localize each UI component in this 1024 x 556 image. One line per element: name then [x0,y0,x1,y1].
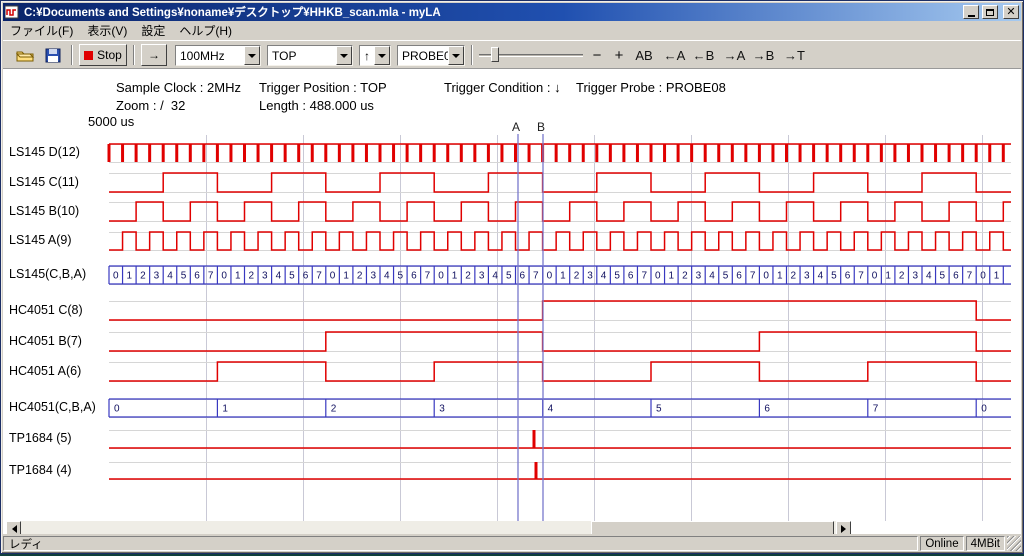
chevron-down-icon[interactable] [374,46,390,65]
maximize-button[interactable] [982,5,998,19]
trigger-edge-select[interactable]: ↑ [359,45,391,66]
resize-grip[interactable] [1007,536,1021,551]
app-icon [5,5,19,19]
channel-label[interactable]: LS145(C,B,A) [9,267,86,281]
menu-view[interactable]: 表示(V) [80,20,134,41]
probe-value: PROBE00 [398,46,448,65]
status-message: レディ [3,536,918,551]
title-bar[interactable]: C:¥Documents and Settings¥noname¥デスクトップ¥… [3,3,1021,21]
trigger-probe-info: Trigger Probe : PROBE08 [576,80,726,95]
sample-clock-value: 100MHz [176,46,244,65]
sample-clock-select[interactable]: 100MHz [175,45,261,66]
arrow-left-icon [8,525,17,533]
channel-label[interactable]: TP1684 (4) [9,463,72,477]
length-info: Length : 488.000 us [259,98,374,113]
open-file-button[interactable] [13,44,37,66]
open-folder-icon [16,48,35,63]
save-file-button[interactable] [41,44,65,66]
channel-label[interactable]: TP1684 (5) [9,431,72,445]
toolbar-separator [71,45,73,65]
menu-settings[interactable]: 設定 [134,20,172,41]
chevron-down-icon[interactable] [336,46,352,65]
maximize-icon [986,9,994,16]
window-title: C:¥Documents and Settings¥noname¥デスクトップ¥… [22,4,960,20]
channel-label[interactable]: LS145 D(12) [9,145,80,159]
channel-label[interactable]: LS145 C(11) [9,175,79,189]
zoom-out-button[interactable]: − [587,46,607,65]
waveform-pane[interactable] [3,69,1021,538]
minimize-button[interactable] [963,5,979,19]
ab-button[interactable]: AB [631,46,657,65]
toolbar: Stop → 100MHz TOP ↑ PROBE00 − + AB ←A [3,40,1021,69]
close-icon: ✕ [1006,7,1015,17]
set-cursor-b-button[interactable]: →B [750,46,777,65]
probe-select[interactable]: PROBE00 [397,45,465,66]
minimize-icon [968,15,975,17]
channel-label[interactable]: HC4051(C,B,A) [9,400,96,414]
run-arrow-icon: → [148,48,160,62]
channel-label[interactable]: LS145 B(10) [9,204,79,218]
trigger-position-value: TOP [268,46,336,65]
channel-label[interactable]: LS145 A(9) [9,233,72,247]
channel-label[interactable]: HC4051 A(6) [9,364,81,378]
stop-button[interactable]: Stop [79,44,127,66]
slider-thumb[interactable] [491,47,499,62]
status-online-badge: Online [920,536,963,551]
sample-clock-info: Sample Clock : 2MHz [116,80,241,95]
zoom-info: Zoom : / 32 [116,98,185,113]
close-button[interactable]: ✕ [1003,5,1019,19]
app-window: C:¥Documents and Settings¥noname¥デスクトップ¥… [0,0,1024,554]
zoom-in-button[interactable]: + [609,46,629,65]
time-origin-label: 5000 us [88,114,134,129]
goto-cursor-b-button[interactable]: ←B [690,46,717,65]
arrow-right-icon [841,525,850,533]
stop-label: Stop [97,48,122,62]
trigger-edge-value: ↑ [360,46,374,65]
save-floppy-icon [45,48,61,63]
toolbar-separator [133,45,135,65]
stop-icon [84,51,93,60]
chevron-down-icon[interactable] [448,46,464,65]
goto-cursor-a-button[interactable]: ←A [661,46,688,65]
toolbar-separator [471,45,473,65]
zoom-slider[interactable] [479,46,583,64]
run-button[interactable]: → [141,44,167,66]
status-memory-badge: 4MBit [966,536,1005,551]
set-cursor-a-button[interactable]: →A [721,46,748,65]
menu-file[interactable]: ファイル(F) [3,20,80,41]
trigger-condition-info: Trigger Condition : ↓ [444,80,561,95]
trigger-position-select[interactable]: TOP [267,45,353,66]
channel-label[interactable]: HC4051 B(7) [9,334,82,348]
trigger-position-info: Trigger Position : TOP [259,80,387,95]
menu-help[interactable]: ヘルプ(H) [172,20,239,41]
status-bar: レディ Online 4MBit [3,534,1021,551]
menu-bar: ファイル(F) 表示(V) 設定 ヘルプ(H) [3,21,1021,40]
goto-trigger-button[interactable]: →T [781,46,808,65]
chevron-down-icon[interactable] [244,46,260,65]
channel-label[interactable]: HC4051 C(8) [9,303,83,317]
